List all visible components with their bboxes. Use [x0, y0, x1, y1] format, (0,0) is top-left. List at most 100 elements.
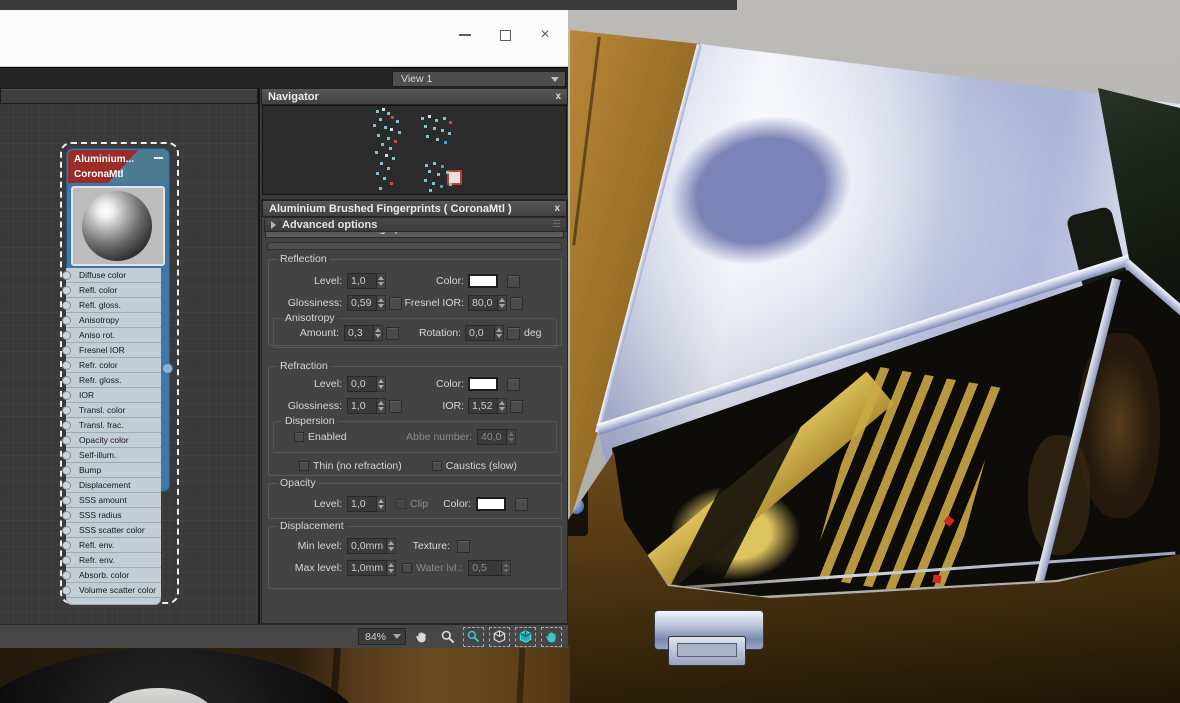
refraction-level-field[interactable]: 0,0 [347, 376, 377, 392]
anisotropy-amount-map-button[interactable] [386, 326, 399, 340]
node-slot[interactable]: Diffuse color [62, 268, 161, 283]
refraction-ior-field[interactable]: 1,52 [468, 398, 498, 414]
anisotropy-rotation-spinner[interactable] [495, 325, 504, 341]
dispersion-enabled-checkbox[interactable] [294, 432, 304, 442]
slot-connector-icon[interactable] [62, 301, 71, 310]
navigator-close-button[interactable]: x [555, 91, 561, 102]
node-view-canvas[interactable]: Aluminium... CoronaMtl Diffuse color Ref… [0, 104, 258, 624]
node-slot[interactable]: Refl. env. [62, 538, 161, 553]
displacement-max-spinner[interactable] [387, 560, 396, 576]
refraction-color-map-button[interactable] [507, 377, 520, 391]
node-output-connector[interactable] [162, 363, 173, 374]
slot-connector-icon[interactable] [62, 541, 71, 550]
opacity-clip-checkbox[interactable] [396, 499, 406, 509]
thin-refraction-checkbox[interactable] [299, 461, 309, 471]
parameters-close-button[interactable]: x [554, 203, 560, 214]
slot-connector-icon[interactable] [62, 466, 71, 475]
reflection-level-field[interactable]: 1,0 [347, 273, 377, 289]
slot-connector-icon[interactable] [62, 271, 71, 280]
node-slot[interactable]: Aniso rot. [62, 328, 161, 343]
opacity-level-field[interactable]: 1,0 [347, 496, 377, 512]
fresnel-ior-map-button[interactable] [510, 296, 523, 310]
refraction-glossiness-field[interactable]: 1,0 [347, 398, 377, 414]
anisotropy-rotation-field[interactable]: 0,0 [465, 325, 495, 341]
slot-connector-icon[interactable] [62, 511, 71, 520]
refraction-ior-spinner[interactable] [498, 398, 507, 414]
opacity-level-spinner[interactable] [377, 496, 386, 512]
slot-connector-icon[interactable] [62, 286, 71, 295]
node-slot[interactable]: Displacement [62, 478, 161, 493]
reflection-level-spinner[interactable] [377, 273, 386, 289]
slot-connector-icon[interactable] [62, 361, 71, 370]
refraction-color-swatch[interactable] [468, 377, 498, 391]
displacement-min-field[interactable]: 0,0mm [347, 538, 387, 554]
opacity-color-swatch[interactable] [476, 497, 507, 511]
refraction-glossiness-map-button[interactable] [389, 399, 402, 413]
slot-connector-icon[interactable] [62, 331, 71, 340]
slot-connector-icon[interactable] [62, 316, 71, 325]
node-slot[interactable]: Volume scatter color [62, 583, 161, 598]
navigator-minimap[interactable] [262, 105, 567, 195]
node-slot[interactable]: SSS radius [62, 508, 161, 523]
slot-connector-icon[interactable] [62, 421, 71, 430]
slot-connector-icon[interactable] [62, 556, 71, 565]
node-slot[interactable]: Transl. frac. [62, 418, 161, 433]
reflection-glossiness-spinner[interactable] [377, 295, 386, 311]
view-tab-strip[interactable] [0, 88, 258, 104]
node-collapse-icon[interactable] [154, 157, 163, 159]
water-level-checkbox[interactable] [402, 563, 412, 573]
rollout-scroll-bar[interactable] [267, 242, 562, 250]
caustics-checkbox[interactable] [431, 461, 442, 471]
slot-connector-icon[interactable] [62, 496, 71, 505]
anisotropy-rotation-map-button[interactable] [507, 326, 520, 340]
node-slot[interactable]: Fresnel IOR [62, 343, 161, 358]
navigator-header[interactable]: Navigator x [261, 88, 568, 105]
node-slot[interactable]: SSS scatter color [62, 523, 161, 538]
maximize-button[interactable] [496, 26, 514, 44]
refraction-ior-map-button[interactable] [510, 399, 523, 413]
fresnel-ior-field[interactable]: 80,0 [468, 295, 498, 311]
slot-connector-icon[interactable] [62, 526, 71, 535]
slot-connector-icon[interactable] [62, 436, 71, 445]
reflection-glossiness-field[interactable]: 0,59 [347, 295, 377, 311]
refraction-level-spinner[interactable] [377, 376, 386, 392]
opacity-color-map-button[interactable] [515, 497, 529, 511]
node-slot[interactable]: Refr. env. [62, 553, 161, 568]
node-slot[interactable]: Transl. color [62, 403, 161, 418]
reflection-color-swatch[interactable] [468, 274, 498, 288]
slot-connector-icon[interactable] [62, 451, 71, 460]
node-slot[interactable]: Refl. color [62, 283, 161, 298]
reflection-glossiness-map-button[interactable] [389, 296, 402, 310]
pan-tool-button[interactable] [411, 627, 432, 647]
water-level-field[interactable]: 0,5 [468, 560, 503, 576]
slot-connector-icon[interactable] [62, 376, 71, 385]
material-preview[interactable] [71, 186, 165, 266]
displacement-max-field[interactable]: 1,0mm [347, 560, 387, 576]
displacement-min-spinner[interactable] [387, 538, 396, 554]
zoom-extents-selected-button[interactable] [515, 626, 536, 647]
node-slot[interactable]: SSS amount [62, 493, 161, 508]
anisotropy-amount-spinner[interactable] [374, 325, 383, 341]
slot-connector-icon[interactable] [62, 481, 71, 490]
fresnel-ior-spinner[interactable] [498, 295, 507, 311]
view-selector-dropdown[interactable]: View 1 [392, 71, 566, 87]
zoom-extents-button[interactable] [489, 626, 510, 647]
water-level-spinner[interactable] [502, 560, 512, 576]
zoom-region-button[interactable] [463, 626, 484, 647]
rollup-header[interactable]: Advanced options [264, 217, 567, 232]
node-slot[interactable]: Anisotropy [62, 313, 161, 328]
node-header[interactable]: Aluminium... CoronaMtl [68, 150, 168, 183]
close-button[interactable]: × [536, 26, 554, 44]
zoom-tool-button[interactable] [437, 627, 458, 647]
node-slot[interactable]: Opacity color [62, 433, 161, 448]
parameters-header[interactable]: Aluminium Brushed Fingerprints ( CoronaM… [262, 200, 567, 217]
abbe-number-field[interactable]: 40,0 [477, 429, 507, 445]
node-slot[interactable]: IOR [62, 388, 161, 403]
node-slot[interactable]: Refl. gloss. [62, 298, 161, 313]
minimize-button[interactable] [456, 26, 474, 44]
slot-connector-icon[interactable] [62, 346, 71, 355]
node-slot[interactable]: Refr. gloss. [62, 373, 161, 388]
node-slot[interactable]: Refr. color [62, 358, 161, 373]
displacement-texture-button[interactable] [457, 539, 470, 553]
refraction-glossiness-spinner[interactable] [377, 398, 386, 414]
